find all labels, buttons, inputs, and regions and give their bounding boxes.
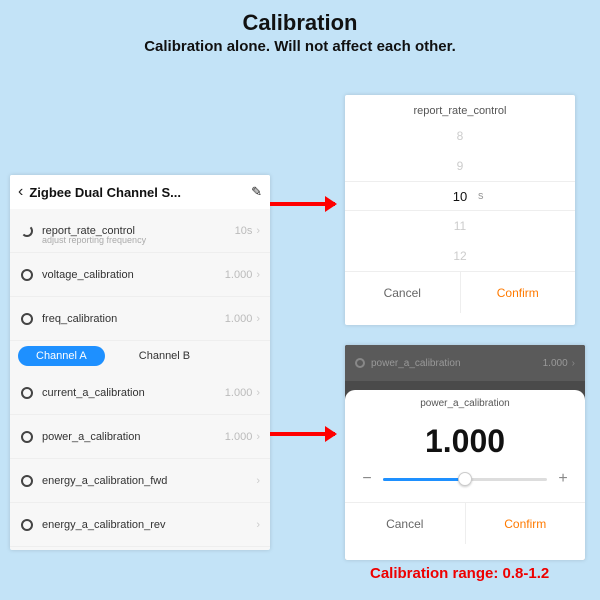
calibration-value: 1.000 bbox=[345, 417, 585, 470]
row-label: energy_a_calibration_rev bbox=[42, 519, 256, 531]
chevron-right-icon: › bbox=[256, 269, 260, 281]
page-title: Calibration bbox=[0, 0, 600, 36]
row-freq-calibration[interactable]: freq_calibration 1.000 › bbox=[10, 297, 270, 341]
annotation-arrow bbox=[270, 432, 335, 436]
channel-tabs: Channel A Channel B bbox=[10, 341, 270, 371]
picker-option-selected[interactable]: 10 s bbox=[345, 181, 575, 211]
sheet-title: power_a_calibration bbox=[345, 390, 585, 417]
row-sublabel: adjust reporting frequency bbox=[42, 235, 146, 245]
row-label: current_a_calibration bbox=[42, 387, 225, 399]
row-label: freq_calibration bbox=[42, 313, 225, 325]
edit-icon[interactable]: ✎ bbox=[251, 184, 262, 200]
picker-option[interactable]: 11 bbox=[345, 211, 575, 241]
picker-option[interactable]: 12 bbox=[345, 241, 575, 271]
refresh-icon bbox=[20, 224, 34, 238]
panel-title: Zigbee Dual Channel S... bbox=[23, 185, 251, 200]
dim-value: 1.000 bbox=[543, 358, 568, 369]
row-value: 1.000 bbox=[225, 313, 253, 325]
increment-button[interactable]: + bbox=[555, 470, 571, 488]
gear-icon bbox=[20, 312, 34, 326]
confirm-button[interactable]: Confirm bbox=[465, 503, 586, 544]
row-report-rate[interactable]: report_rate_control adjust reporting fre… bbox=[10, 209, 270, 253]
gear-icon bbox=[20, 430, 34, 444]
gear-icon bbox=[355, 358, 365, 368]
cancel-button[interactable]: Cancel bbox=[345, 503, 465, 544]
chevron-right-icon: › bbox=[256, 519, 260, 531]
row-label: energy_a_calibration_fwd bbox=[42, 475, 256, 487]
chevron-right-icon: › bbox=[572, 358, 575, 369]
chevron-right-icon: › bbox=[256, 475, 260, 487]
picker-title: report_rate_control bbox=[345, 95, 575, 121]
slider-row: − + bbox=[345, 470, 585, 488]
sheet-buttons: Cancel Confirm bbox=[345, 502, 585, 544]
decrement-button[interactable]: − bbox=[359, 470, 375, 488]
chevron-right-icon: › bbox=[256, 387, 260, 399]
picker-unit: s bbox=[478, 190, 484, 202]
page-subtitle: Calibration alone. Will not affect each … bbox=[0, 38, 600, 55]
row-value: 1.000 bbox=[225, 387, 253, 399]
rate-picker-dialog: report_rate_control 8 9 10 s 11 12 Cance… bbox=[345, 95, 575, 325]
row-value: 1.000 bbox=[225, 431, 253, 443]
bottom-sheet: power_a_calibration 1.000 − + Cancel Con… bbox=[345, 390, 585, 560]
gear-icon bbox=[20, 518, 34, 532]
row-value: 1.000 bbox=[225, 269, 253, 281]
row-current-a-calibration[interactable]: current_a_calibration 1.000 › bbox=[10, 371, 270, 415]
confirm-button[interactable]: Confirm bbox=[460, 272, 576, 313]
calibration-dialog: power_a_calibration 1.000 › power_a_cali… bbox=[345, 345, 585, 560]
row-energy-a-fwd[interactable]: energy_a_calibration_fwd › bbox=[10, 459, 270, 503]
gear-icon bbox=[20, 268, 34, 282]
value-picker[interactable]: 8 9 10 s 11 12 bbox=[345, 121, 575, 271]
picker-option[interactable]: 8 bbox=[345, 121, 575, 151]
range-note: Calibration range: 0.8-1.2 bbox=[370, 565, 549, 582]
cancel-button[interactable]: Cancel bbox=[345, 272, 460, 313]
gear-icon bbox=[20, 474, 34, 488]
row-label: voltage_calibration bbox=[42, 269, 225, 281]
tab-channel-a[interactable]: Channel A bbox=[18, 346, 105, 366]
settings-panel: ‹ Zigbee Dual Channel S... ✎ report_rate… bbox=[10, 175, 270, 550]
chevron-right-icon: › bbox=[256, 313, 260, 325]
row-energy-a-rev[interactable]: energy_a_calibration_rev › bbox=[10, 503, 270, 547]
row-value: 10s bbox=[235, 225, 253, 237]
chevron-right-icon: › bbox=[256, 225, 260, 237]
slider-fill bbox=[383, 478, 465, 481]
picker-option[interactable]: 9 bbox=[345, 151, 575, 181]
picker-buttons: Cancel Confirm bbox=[345, 271, 575, 313]
picker-selected-value: 10 bbox=[453, 189, 467, 204]
dim-background-row: power_a_calibration 1.000 › bbox=[345, 345, 585, 381]
slider-knob[interactable] bbox=[458, 472, 472, 486]
chevron-right-icon: › bbox=[256, 431, 260, 443]
calibration-slider[interactable] bbox=[383, 478, 547, 481]
gear-icon bbox=[20, 386, 34, 400]
row-voltage-calibration[interactable]: voltage_calibration 1.000 › bbox=[10, 253, 270, 297]
tab-channel-b[interactable]: Channel B bbox=[121, 346, 208, 366]
row-power-a-calibration[interactable]: power_a_calibration 1.000 › bbox=[10, 415, 270, 459]
panel-header: ‹ Zigbee Dual Channel S... ✎ bbox=[10, 175, 270, 209]
annotation-arrow bbox=[270, 202, 335, 206]
dim-label: power_a_calibration bbox=[371, 358, 543, 369]
row-label: power_a_calibration bbox=[42, 431, 225, 443]
